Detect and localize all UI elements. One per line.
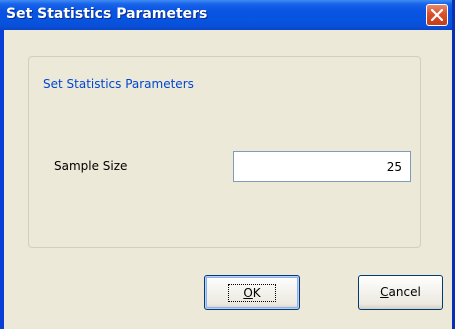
ok-button[interactable]: OK bbox=[204, 275, 300, 310]
groupbox-legend: Set Statistics Parameters bbox=[40, 77, 197, 91]
ok-button-label: OK bbox=[228, 283, 276, 302]
cancel-button[interactable]: Cancel bbox=[358, 275, 443, 310]
sample-size-label: Sample Size bbox=[54, 159, 128, 173]
cancel-mnemonic: C bbox=[380, 285, 389, 299]
title-bar[interactable]: Set Statistics Parameters bbox=[0, 0, 452, 30]
close-button[interactable] bbox=[426, 4, 448, 26]
close-x-icon bbox=[431, 9, 443, 21]
window-title: Set Statistics Parameters bbox=[6, 6, 208, 22]
sample-size-input[interactable] bbox=[233, 151, 411, 182]
ok-label-rest: K bbox=[252, 285, 261, 300]
cancel-label-rest: ancel bbox=[388, 285, 421, 299]
ok-mnemonic: O bbox=[243, 285, 253, 300]
